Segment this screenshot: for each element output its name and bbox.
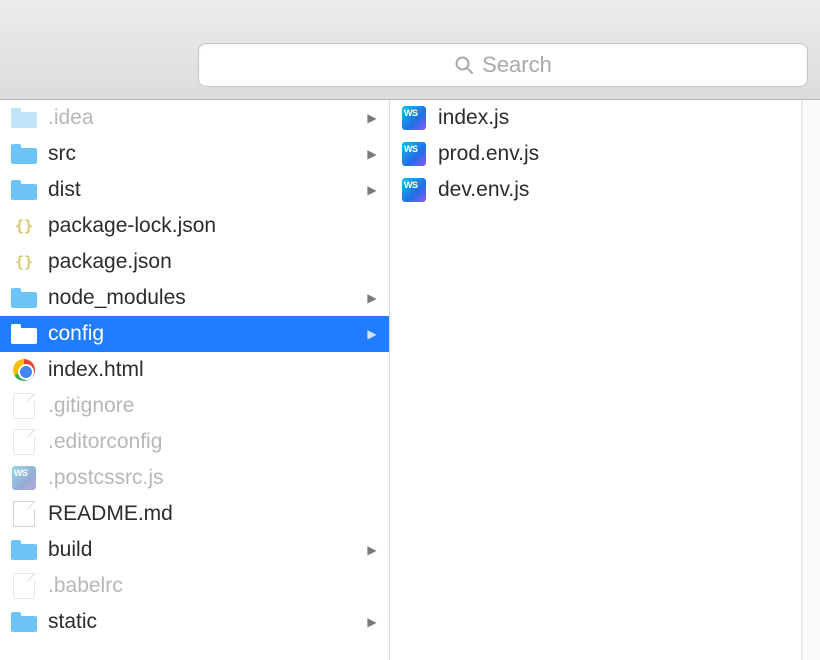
list-item[interactable]: {} package-lock.json	[0, 208, 389, 244]
list-item[interactable]: node_modules ▶	[0, 280, 389, 316]
right-column[interactable]: index.js prod.env.js dev.env.js	[390, 100, 802, 660]
chevron-right-icon: ▶	[365, 111, 379, 125]
list-item-label: node_modules	[48, 286, 355, 310]
search-field[interactable]: Search	[198, 43, 808, 87]
chevron-right-icon: ▶	[365, 543, 379, 557]
folder-icon	[10, 608, 38, 636]
chevron-right-icon: ▶	[365, 291, 379, 305]
list-item-label: dist	[48, 178, 355, 202]
folder-icon	[10, 320, 38, 348]
json-icon: {}	[10, 212, 38, 240]
search-placeholder: Search	[482, 52, 552, 78]
list-item[interactable]: index.js	[390, 100, 801, 136]
list-item[interactable]: dev.env.js	[390, 172, 801, 208]
list-item-label: config	[48, 322, 355, 346]
search-icon	[454, 55, 474, 75]
file-icon	[10, 500, 38, 528]
list-item[interactable]: config ▶	[0, 316, 389, 352]
file-icon	[10, 572, 38, 600]
folder-icon	[10, 140, 38, 168]
folder-icon	[10, 284, 38, 312]
list-item-label: .babelrc	[48, 574, 355, 598]
list-item[interactable]: {} package.json	[0, 244, 389, 280]
webstorm-icon	[10, 464, 38, 492]
scrollbar-gutter[interactable]	[802, 100, 820, 660]
list-item[interactable]: prod.env.js	[390, 136, 801, 172]
chevron-right-icon: ▶	[365, 147, 379, 161]
folder-icon	[10, 536, 38, 564]
list-item-label: .gitignore	[48, 394, 355, 418]
folder-icon	[10, 104, 38, 132]
list-item[interactable]: .gitignore	[0, 388, 389, 424]
list-item-label: src	[48, 142, 355, 166]
file-icon	[10, 392, 38, 420]
json-icon: {}	[10, 248, 38, 276]
column-view: .idea ▶ src ▶ dist ▶ {} package-lock.json {} pack…	[0, 100, 820, 660]
list-item[interactable]: src ▶	[0, 136, 389, 172]
list-item-label: index.html	[48, 358, 355, 382]
chrome-icon	[10, 356, 38, 384]
list-item-label: .postcssrc.js	[48, 466, 355, 490]
list-item-label: README.md	[48, 502, 355, 526]
list-item[interactable]: index.html	[0, 352, 389, 388]
list-item-label: package-lock.json	[48, 214, 355, 238]
list-item[interactable]: README.md	[0, 496, 389, 532]
list-item-label: build	[48, 538, 355, 562]
list-item-label: package.json	[48, 250, 355, 274]
chevron-right-icon: ▶	[365, 615, 379, 629]
chevron-right-icon: ▶	[365, 183, 379, 197]
file-icon	[10, 428, 38, 456]
list-item-label: dev.env.js	[438, 178, 791, 202]
left-column[interactable]: .idea ▶ src ▶ dist ▶ {} package-lock.json {} pack…	[0, 100, 390, 660]
list-item[interactable]: .babelrc	[0, 568, 389, 604]
list-item-label: static	[48, 610, 355, 634]
list-item-label: .editorconfig	[48, 430, 355, 454]
list-item-label: .idea	[48, 106, 355, 130]
webstorm-icon	[400, 176, 428, 204]
list-item-label: prod.env.js	[438, 142, 791, 166]
webstorm-icon	[400, 140, 428, 168]
toolbar: Search	[0, 0, 820, 100]
chevron-right-icon: ▶	[365, 327, 379, 341]
list-item-label: index.js	[438, 106, 791, 130]
list-item[interactable]: .idea ▶	[0, 100, 389, 136]
list-item[interactable]: .editorconfig	[0, 424, 389, 460]
list-item[interactable]: build ▶	[0, 532, 389, 568]
folder-icon	[10, 176, 38, 204]
webstorm-icon	[400, 104, 428, 132]
list-item[interactable]: .postcssrc.js	[0, 460, 389, 496]
list-item[interactable]: dist ▶	[0, 172, 389, 208]
list-item[interactable]: static ▶	[0, 604, 389, 640]
